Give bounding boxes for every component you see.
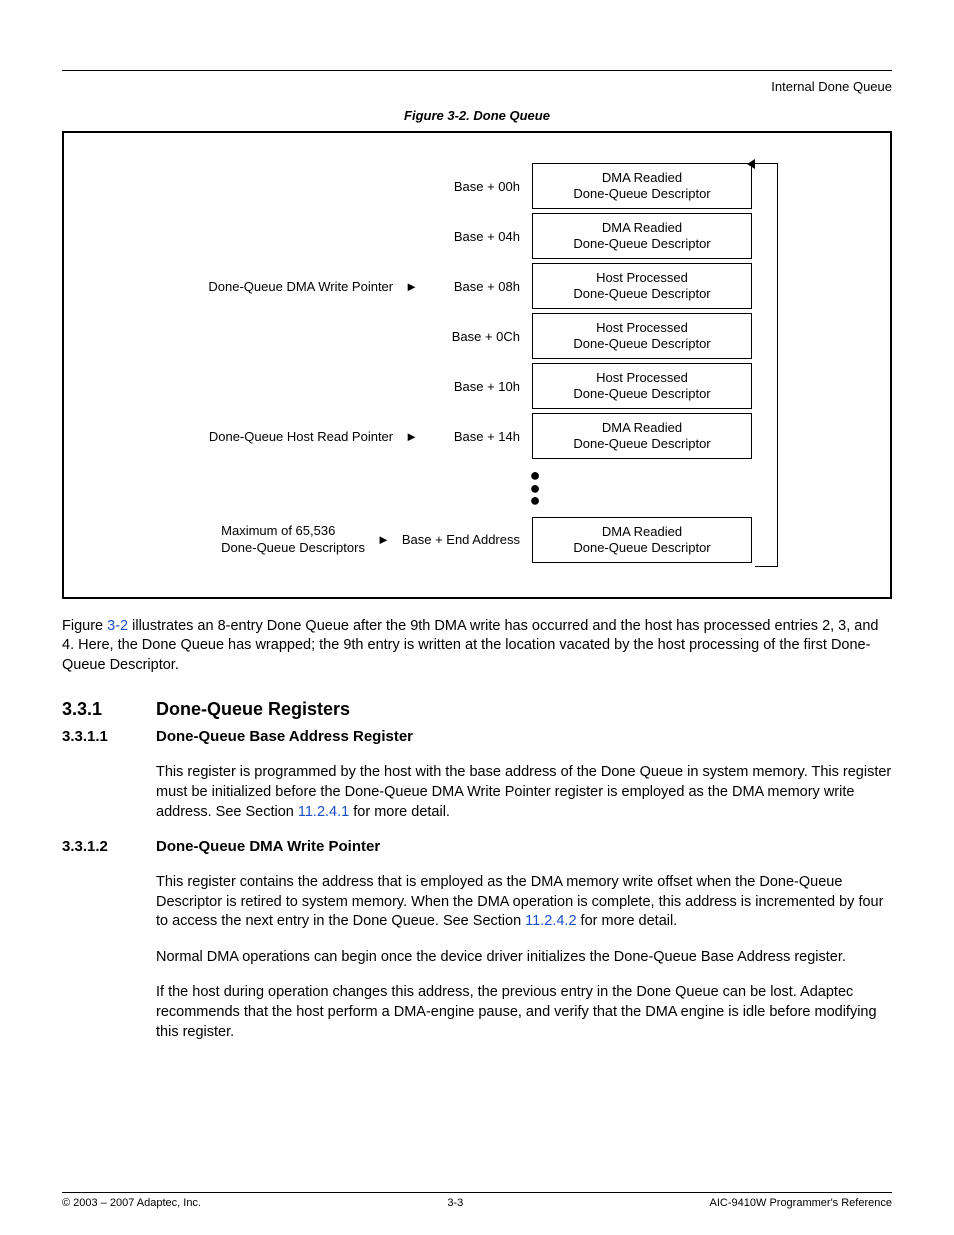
running-head-right: Internal Done Queue (0, 79, 892, 94)
row-left-label: Done-Queue DMA Write Pointer (208, 279, 393, 294)
max-line1: Maximum of 65,536 (221, 523, 335, 538)
descriptor-cell: Host Processed Done-Queue Descriptor (532, 263, 752, 309)
section-ref-link[interactable]: 11.2.4.2 (525, 913, 576, 929)
cell-line1: Host Processed (596, 270, 688, 286)
max-line2: Done-Queue Descriptors (221, 540, 365, 555)
descriptor-cell: DMA Readied Done-Queue Descriptor (532, 413, 752, 459)
row-left-label: Done-Queue Host Read Pointer (209, 429, 393, 444)
footer-page-number: 3-3 (447, 1197, 463, 1209)
figure-box: Base + 00h DMA Readied Done-Queue Descri… (62, 131, 892, 599)
row-address: Base + 0Ch (430, 329, 520, 344)
section-title: Done-Queue Base Address Register (156, 728, 413, 745)
section-number: 3.3.1.2 (62, 838, 156, 855)
descriptor-cell: Host Processed Done-Queue Descriptor (532, 313, 752, 359)
cell-line1: DMA Readied (602, 220, 682, 236)
paragraph: This register contains the address that … (156, 873, 892, 932)
heading-3-3-1: 3.3.1Done-Queue Registers (62, 699, 892, 720)
body-text: Figure 3-2 illustrates an 8-entry Done Q… (62, 617, 892, 676)
cell-line1: DMA Readied (602, 170, 682, 186)
cell-line2: Done-Queue Descriptor (573, 336, 710, 352)
header-rule (62, 70, 892, 71)
max-label: Maximum of 65,536 Done-Queue Descriptors (221, 523, 365, 557)
body-text: This register contains the address that … (156, 873, 892, 1042)
heading-3-3-1-2: 3.3.1.2Done-Queue DMA Write Pointer (62, 838, 892, 855)
paragraph: If the host during operation changes thi… (156, 983, 892, 1042)
descriptor-cell: Host Processed Done-Queue Descriptor (532, 363, 752, 409)
row-address: Base + 04h (430, 229, 520, 244)
cell-line2: Done-Queue Descriptor (573, 236, 710, 252)
arrow-right-icon: ► (377, 533, 390, 546)
row-address: Base + 08h (430, 279, 520, 294)
row-address: Base + End Address (402, 532, 520, 547)
heading-3-3-1-1: 3.3.1.1Done-Queue Base Address Register (62, 728, 892, 745)
cell-line2: Done-Queue Descriptor (573, 286, 710, 302)
section-title: Done-Queue Registers (156, 699, 350, 719)
footer-doc-title: AIC-9410W Programmer's Reference (710, 1197, 892, 1209)
section-number: 3.3.1 (62, 699, 156, 720)
paragraph: Normal DMA operations can begin once the… (156, 948, 892, 968)
figure-caption: Figure 3-2. Done Queue (0, 108, 954, 123)
section-ref-link[interactable]: 11.2.4.1 (298, 804, 349, 820)
section-title: Done-Queue DMA Write Pointer (156, 838, 380, 855)
paragraph: This register is programmed by the host … (156, 763, 892, 822)
arrow-right-icon: ► (405, 430, 418, 443)
cell-line1: Host Processed (596, 320, 688, 336)
paragraph: Figure 3-2 illustrates an 8-entry Done Q… (62, 617, 892, 676)
arrow-right-icon: ► (405, 280, 418, 293)
cell-line1: DMA Readied (602, 420, 682, 436)
cell-line1: DMA Readied (602, 524, 682, 540)
figure-ref-link[interactable]: 3-2 (107, 618, 128, 634)
footer-copyright: © 2003 – 2007 Adaptec, Inc. (62, 1197, 201, 1209)
row-address: Base + 00h (430, 179, 520, 194)
descriptor-cell: DMA Readied Done-Queue Descriptor (532, 213, 752, 259)
row-address: Base + 14h (430, 429, 520, 444)
cell-line1: Host Processed (596, 370, 688, 386)
row-address: Base + 10h (430, 379, 520, 394)
cell-line2: Done-Queue Descriptor (573, 186, 710, 202)
cell-line2: Done-Queue Descriptor (573, 540, 710, 556)
cell-line2: Done-Queue Descriptor (573, 436, 710, 452)
cell-line2: Done-Queue Descriptor (573, 386, 710, 402)
descriptor-cell: DMA Readied Done-Queue Descriptor (532, 163, 752, 209)
page-footer: © 2003 – 2007 Adaptec, Inc. 3-3 AIC-9410… (62, 1192, 892, 1209)
section-number: 3.3.1.1 (62, 728, 156, 745)
body-text: This register is programmed by the host … (156, 763, 892, 822)
descriptor-cell: DMA Readied Done-Queue Descriptor (532, 517, 752, 563)
wrap-arrow-icon (755, 163, 778, 567)
